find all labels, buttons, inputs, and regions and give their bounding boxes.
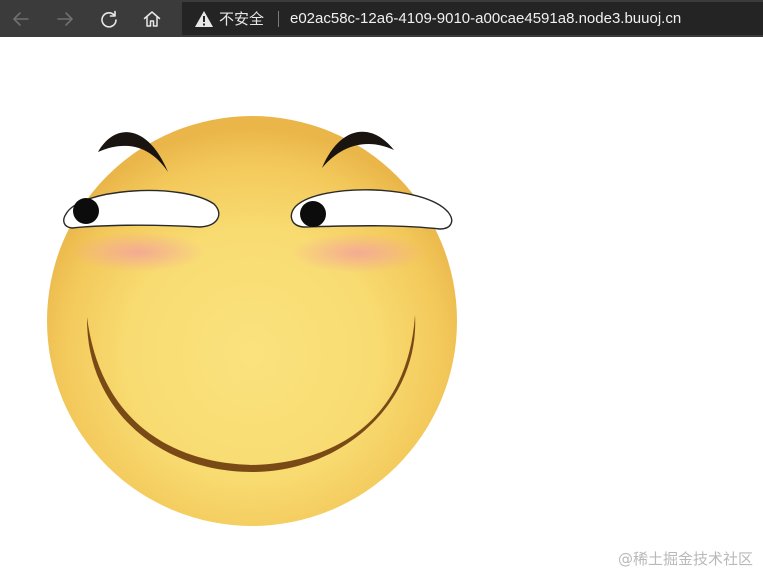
address-separator bbox=[278, 11, 279, 27]
forward-button[interactable] bbox=[50, 4, 80, 33]
back-arrow-icon bbox=[13, 11, 29, 26]
reload-button[interactable] bbox=[94, 4, 124, 33]
page-content: @稀土掘金技术社区 bbox=[0, 37, 763, 575]
browser-toolbar: 不安全 e02ac58c-12a6-4109-9010-a00cae4591a8… bbox=[0, 0, 763, 37]
left-pupil bbox=[73, 198, 99, 224]
warning-icon[interactable] bbox=[194, 9, 214, 29]
home-icon bbox=[143, 10, 161, 27]
forward-arrow-icon bbox=[57, 11, 73, 26]
left-blush bbox=[70, 232, 206, 272]
right-pupil bbox=[300, 201, 326, 227]
back-button[interactable] bbox=[6, 4, 36, 33]
address-bar[interactable]: 不安全 e02ac58c-12a6-4109-9010-a00cae4591a8… bbox=[182, 2, 763, 35]
face-shape bbox=[47, 116, 457, 526]
reload-icon bbox=[101, 10, 117, 28]
smiley-face-image bbox=[47, 116, 457, 526]
home-button[interactable] bbox=[137, 4, 167, 33]
security-status-label[interactable]: 不安全 bbox=[219, 10, 264, 28]
url-text[interactable]: e02ac58c-12a6-4109-9010-a00cae4591a8.nod… bbox=[290, 10, 681, 28]
watermark-text: @稀土掘金技术社区 bbox=[617, 550, 753, 568]
right-blush bbox=[290, 233, 426, 273]
